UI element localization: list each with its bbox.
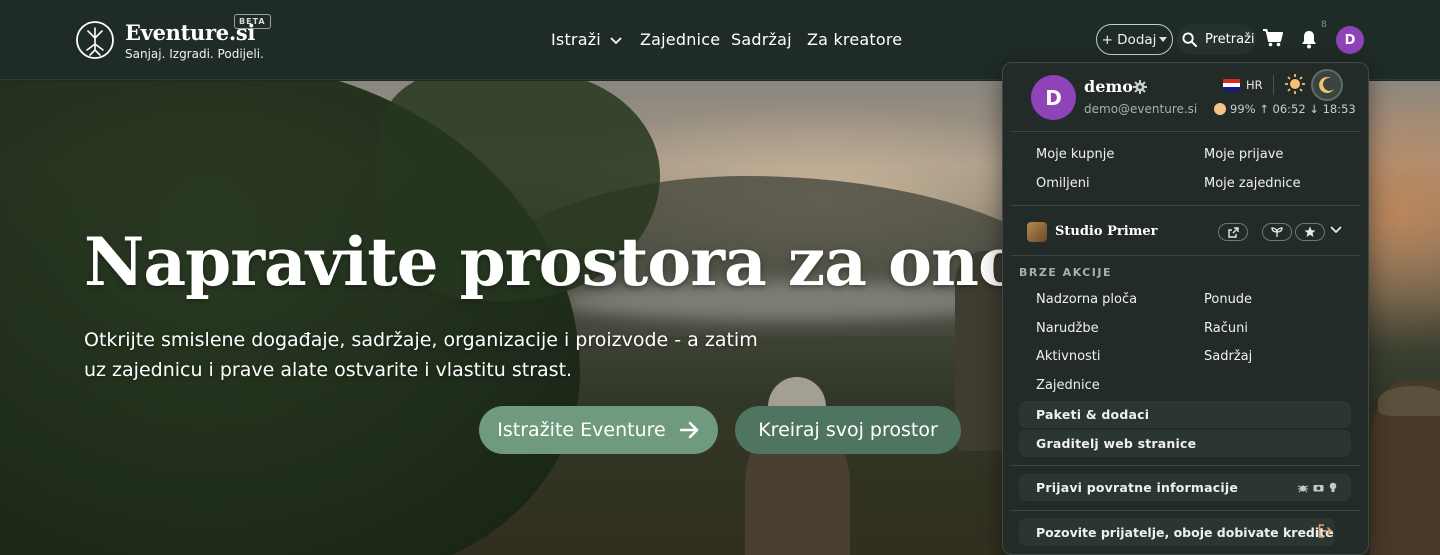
create-space-button[interactable]: Kreiraj svoj prostor (735, 406, 961, 454)
action-orders[interactable]: Narudžbe (1036, 321, 1099, 336)
language-selector[interactable]: HR (1246, 78, 1263, 92)
sprout-button[interactable] (1262, 223, 1292, 241)
feedback-button[interactable]: Prijavi povratne informacije (1019, 474, 1351, 501)
header-divider (1273, 75, 1274, 95)
divider (1011, 510, 1360, 511)
chevron-down-icon[interactable] (1330, 226, 1342, 234)
external-link-icon (1227, 226, 1239, 238)
menu-my-purchases[interactable]: Moje kupnje (1036, 147, 1114, 162)
nav-communities[interactable]: Zajednice (640, 30, 720, 49)
studio-logo (1027, 222, 1047, 242)
search-button[interactable]: Pretraži (1177, 24, 1256, 55)
action-website-builder[interactable]: Graditelj web stranice (1019, 430, 1351, 457)
brand-tagline: Sanjaj. Izgradi. Podijeli. (125, 47, 264, 61)
moon-icon (1319, 76, 1334, 93)
logout-icon[interactable] (1318, 524, 1333, 538)
hero-subtitle: Otkrijte smislene događaje, sadržaje, or… (84, 329, 758, 381)
gear-icon[interactable] (1133, 80, 1147, 94)
quick-actions-heading: BRZE AKCIJE (1019, 266, 1112, 279)
menu-user-name[interactable]: demo (1084, 77, 1133, 96)
action-activities[interactable]: Aktivnosti (1036, 349, 1101, 364)
caret-down-icon (1159, 36, 1168, 42)
dark-mode-toggle[interactable] (1311, 69, 1343, 101)
divider (1011, 205, 1360, 206)
camera-icon (1313, 485, 1324, 492)
divider (1011, 255, 1360, 256)
open-external-button[interactable] (1218, 223, 1248, 241)
add-button[interactable]: + Dodaj (1096, 24, 1173, 55)
user-menu-dropdown: D demo demo@eventure.si HR 99% ↑ 06:52 ↓… (1002, 62, 1369, 555)
action-content[interactable]: Sadržaj (1204, 349, 1252, 364)
menu-my-communities[interactable]: Moje zajednice (1204, 176, 1301, 191)
arrow-right-icon (679, 421, 698, 439)
menu-my-registrations[interactable]: Moje prijave (1204, 147, 1283, 162)
studio-name[interactable]: Studio Primer (1055, 224, 1158, 239)
action-invoices[interactable]: Računi (1204, 321, 1248, 336)
menu-user-email: demo@eventure.si (1084, 102, 1198, 116)
star-icon (1304, 226, 1316, 237)
feedback-label: Prijavi povratne informacije (1036, 480, 1238, 495)
bug-icon (1298, 485, 1308, 492)
search-label: Pretraži (1205, 32, 1255, 47)
menu-favorites[interactable]: Omiljeni (1036, 176, 1090, 191)
sun-times-text: 99% ↑ 06:52 ↓ 18:53 (1230, 102, 1356, 116)
sprout-icon (1271, 226, 1283, 237)
chevron-down-icon (610, 36, 622, 44)
divider (1011, 465, 1360, 466)
action-dashboard[interactable]: Nadzorna ploča (1036, 292, 1137, 307)
feedback-icons (1298, 482, 1337, 493)
explore-eventure-label: Istražite Eventure (497, 419, 666, 441)
sun-dot-icon (1214, 103, 1226, 115)
nav-explore-label: Istraži (551, 30, 601, 49)
notification-count: 8 (1321, 20, 1327, 30)
tree-logo-icon[interactable] (75, 20, 115, 60)
search-icon (1182, 32, 1197, 47)
nav-creators[interactable]: Za kreatore (807, 30, 902, 49)
user-avatar[interactable]: D (1336, 26, 1364, 54)
create-space-label: Kreiraj svoj prostor (758, 419, 938, 441)
explore-eventure-button[interactable]: Istražite Eventure (479, 406, 718, 454)
action-communities[interactable]: Zajednice (1036, 378, 1100, 393)
bell-icon[interactable] (1300, 30, 1318, 49)
sun-times-info: 99% ↑ 06:52 ↓ 18:53 (1214, 102, 1356, 116)
cart-icon[interactable] (1263, 29, 1283, 47)
invite-friends-button[interactable]: Pozovite prijatelje, oboje dobivate kred… (1019, 518, 1335, 546)
action-offers[interactable]: Ponude (1204, 292, 1252, 307)
nav-content[interactable]: Sadržaj (731, 30, 792, 49)
star-button[interactable] (1295, 223, 1325, 241)
divider (1011, 131, 1360, 132)
action-packages-addons[interactable]: Paketi & dodaci (1019, 401, 1351, 428)
menu-avatar[interactable]: D (1031, 75, 1076, 120)
sun-icon[interactable] (1285, 74, 1305, 94)
beta-badge: BETA (234, 14, 271, 29)
croatia-flag-icon[interactable] (1223, 79, 1240, 91)
nav-explore[interactable]: Istraži (551, 30, 622, 49)
lightbulb-icon (1329, 482, 1337, 492)
add-button-label: + Dodaj (1101, 31, 1157, 48)
